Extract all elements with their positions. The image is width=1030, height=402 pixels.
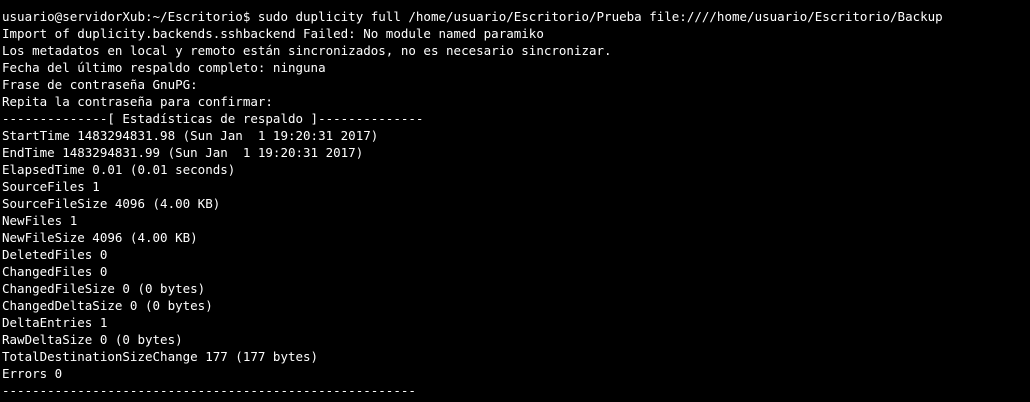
terminal-line-total-destination-size-change: TotalDestinationSizeChange 177 (177 byte… (2, 349, 319, 364)
terminal-line-metadata-sync: Los metadatos en local y remoto están si… (2, 43, 612, 58)
terminal-line-delta-entries: DeltaEntries 1 (2, 315, 108, 330)
terminal-line-stats-footer: ----------------------------------------… (2, 383, 416, 398)
terminal-line-changed-delta-size: ChangedDeltaSize 0 (0 bytes) (2, 298, 213, 313)
terminal-line-passphrase-prompt: Frase de contraseña GnuPG: (2, 77, 198, 92)
terminal-line-elapsed-time: ElapsedTime 0.01 (0.01 seconds) (2, 162, 236, 177)
terminal-line-source-files: SourceFiles 1 (2, 179, 100, 194)
terminal-line-last-full-backup: Fecha del último respaldo completo: ning… (2, 60, 326, 75)
terminal-line-deleted-files: DeletedFiles 0 (2, 247, 108, 262)
terminal-line-changed-files: ChangedFiles 0 (2, 264, 108, 279)
terminal-line-passphrase-confirm: Repita la contraseña para confirmar: (2, 94, 273, 109)
terminal-line-prompt-command: usuario@servidorXub:~/Escritorio$ sudo d… (2, 9, 943, 24)
terminal-line-source-file-size: SourceFileSize 4096 (4.00 KB) (2, 196, 221, 211)
terminal-window[interactable]: usuario@servidorXub:~/Escritorio$ sudo d… (0, 0, 1030, 402)
terminal-line-end-time: EndTime 1483294831.99 (Sun Jan 1 19:20:3… (2, 145, 364, 160)
terminal-line-changed-file-size: ChangedFileSize 0 (0 bytes) (2, 281, 206, 296)
terminal-line-import-error: Import of duplicity.backends.sshbackend … (2, 26, 544, 41)
terminal-line-new-files: NewFiles 1 (2, 213, 78, 228)
terminal-line-new-file-size: NewFileSize 4096 (4.00 KB) (2, 230, 198, 245)
terminal-line-errors: Errors 0 (2, 366, 63, 381)
terminal-line-raw-delta-size: RawDeltaSize 0 (0 bytes) (2, 332, 183, 347)
terminal-line-start-time: StartTime 1483294831.98 (Sun Jan 1 19:20… (2, 128, 379, 143)
terminal-line-stats-header: --------------[ Estadísticas de respaldo… (2, 111, 424, 126)
